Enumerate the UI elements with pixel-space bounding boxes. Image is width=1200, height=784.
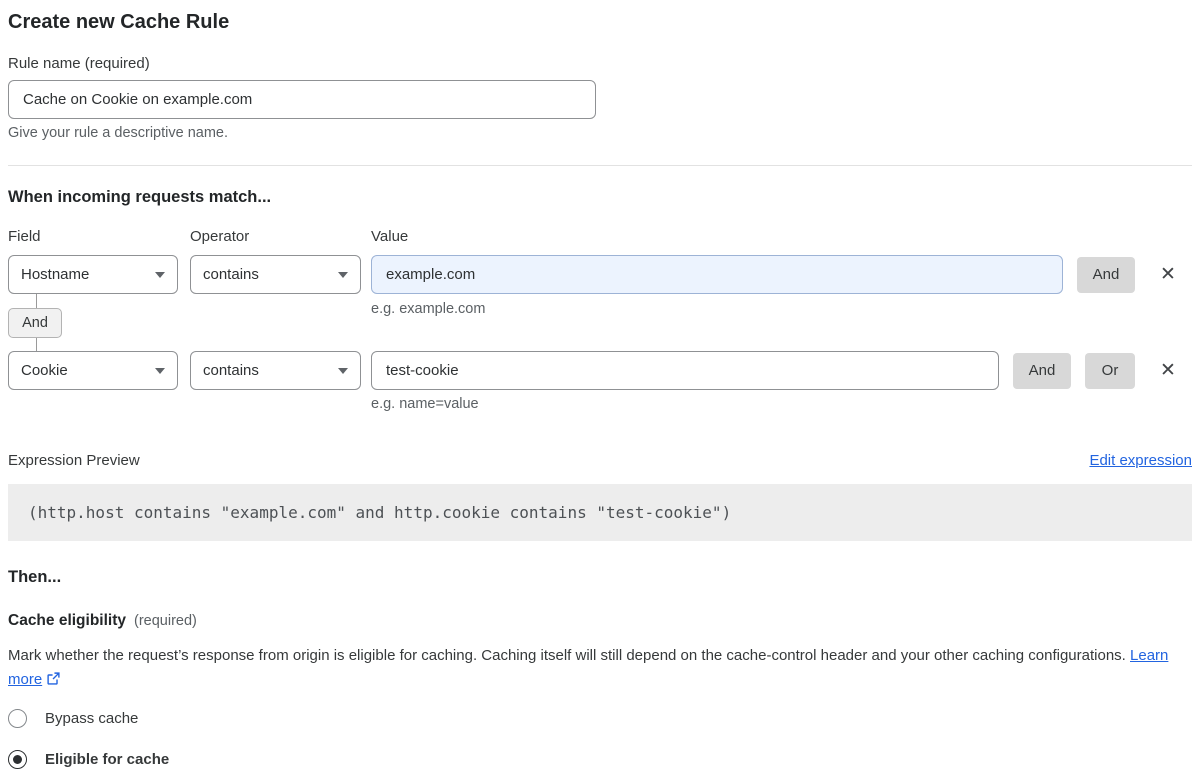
- radio-circle-unselected[interactable]: [8, 709, 27, 728]
- field-select-2-value: Cookie: [21, 362, 68, 379]
- chevron-down-icon: [338, 272, 348, 278]
- and-button-1[interactable]: And: [1077, 257, 1135, 293]
- field-select-2[interactable]: Cookie: [8, 351, 178, 390]
- page-title: Create new Cache Rule: [8, 10, 1192, 34]
- connector-line: [36, 338, 37, 351]
- connector-and-chip[interactable]: And: [8, 308, 62, 338]
- expression-code-block: (http.host contains "example.com" and ht…: [8, 484, 1192, 541]
- field-column-label: Field: [8, 228, 190, 246]
- chevron-down-icon: [155, 368, 165, 374]
- expression-preview-label: Expression Preview: [8, 451, 140, 470]
- operator-column-label: Operator: [190, 228, 371, 246]
- radio-label: Eligible for cache: [45, 751, 169, 768]
- cache-eligibility-heading: Cache eligibility: [8, 611, 126, 630]
- operator-select-2[interactable]: contains: [190, 351, 361, 390]
- rule-name-label: Rule name (required): [8, 55, 1192, 73]
- cache-eligibility-heading-row: Cache eligibility (required): [8, 611, 1192, 630]
- connector-line: [36, 294, 37, 308]
- value-column-label: Value: [371, 228, 1192, 246]
- rule-name-helper: Give your rule a descriptive name.: [8, 124, 1192, 142]
- rule-name-input[interactable]: [8, 80, 596, 119]
- chevron-down-icon: [155, 272, 165, 278]
- match-heading: When incoming requests match...: [8, 187, 1192, 207]
- radio-dot: [13, 755, 22, 764]
- radio-label: Bypass cache: [45, 710, 138, 727]
- operator-select-2-value: contains: [203, 362, 259, 379]
- value-hint-2: e.g. name=value: [371, 395, 1192, 413]
- or-button-2[interactable]: Or: [1085, 353, 1135, 389]
- radio-circle-selected[interactable]: [8, 750, 27, 769]
- close-icon[interactable]: ✕: [1155, 358, 1181, 384]
- operator-select-1[interactable]: contains: [190, 255, 361, 294]
- then-heading: Then...: [8, 567, 1192, 587]
- create-cache-rule-page: Create new Cache Rule Rule name (require…: [0, 10, 1200, 769]
- chevron-down-icon: [338, 368, 348, 374]
- radio-bypass-cache[interactable]: Bypass cache: [8, 709, 1192, 728]
- condition-row: Hostname contains And ✕: [8, 255, 1192, 294]
- and-button-2[interactable]: And: [1013, 353, 1071, 389]
- cache-eligibility-description: Mark whether the request’s response from…: [8, 644, 1192, 692]
- condition-row: Cookie contains And Or ✕: [8, 351, 1192, 390]
- description-text: Mark whether the request’s response from…: [8, 647, 1126, 664]
- field-select-1-value: Hostname: [21, 266, 89, 283]
- radio-eligible-for-cache[interactable]: Eligible for cache: [8, 750, 1192, 769]
- condition-connector-zone: And e.g. example.com: [8, 294, 1192, 351]
- operator-select-1-value: contains: [203, 266, 259, 283]
- close-icon[interactable]: ✕: [1155, 262, 1181, 288]
- expression-preview-header: Expression Preview Edit expression: [8, 451, 1192, 470]
- condition-column-headers: Field Operator Value: [8, 228, 1192, 246]
- expression-code: (http.host contains "example.com" and ht…: [28, 503, 731, 522]
- section-divider: [8, 165, 1192, 166]
- external-link-icon: [46, 671, 61, 686]
- value-hint-1: e.g. example.com: [371, 300, 485, 318]
- value-input-2[interactable]: [371, 351, 999, 390]
- edit-expression-link[interactable]: Edit expression: [1089, 452, 1192, 469]
- required-note: (required): [134, 613, 197, 629]
- field-select-1[interactable]: Hostname: [8, 255, 178, 294]
- value-input-1[interactable]: [371, 255, 1063, 294]
